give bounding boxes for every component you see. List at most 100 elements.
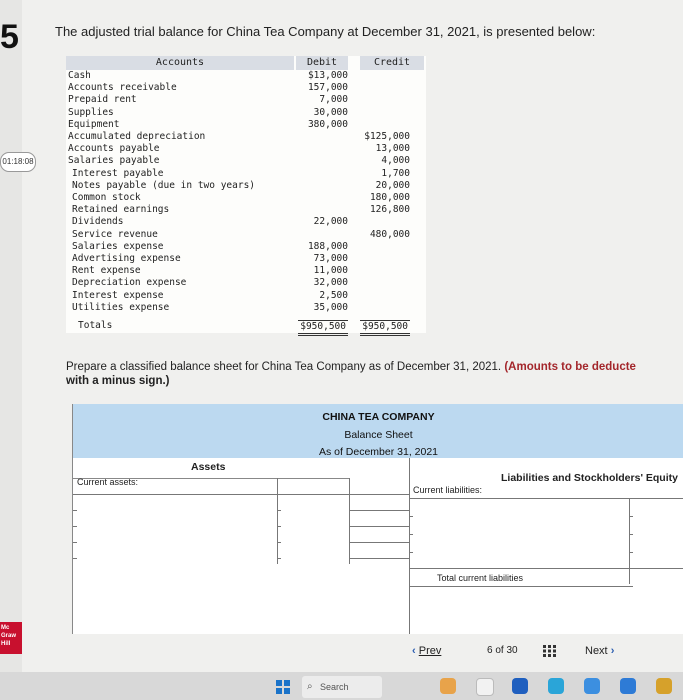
liability-amount-input[interactable]	[633, 500, 683, 517]
brand-digit: 5	[0, 18, 19, 56]
account-name: Accounts receivable	[68, 82, 177, 94]
credit-amount: 126,800	[369, 204, 410, 216]
liability-amount-input[interactable]	[633, 518, 683, 535]
account-name: Dividends	[72, 216, 124, 228]
trial-balance-row: Accounts receivable 157,000	[66, 82, 426, 94]
account-name: Accounts payable	[68, 143, 160, 155]
account-name: Notes payable (due in two years)	[72, 179, 256, 191]
debit-amount: 11,000	[313, 265, 348, 277]
liability-account-input[interactable]	[413, 500, 629, 517]
trial-balance-row: Equipment 380,000	[66, 119, 426, 131]
question-prompt: Prepare a classified balance sheet for C…	[66, 361, 636, 387]
liability-row-line	[409, 568, 683, 569]
asset-amount-input[interactable]	[281, 495, 349, 512]
center-divider	[409, 458, 410, 634]
liability-amount-input[interactable]	[633, 536, 683, 553]
total-current-liabilities-label: Total current liabilities	[437, 573, 524, 583]
total-current-liabilities-input[interactable]	[633, 570, 683, 587]
taskbar-app-icon[interactable]	[548, 678, 564, 694]
question-intro: The adjusted trial balance for China Tea…	[55, 24, 596, 39]
current-liabilities-label: Current liabilities:	[413, 485, 483, 495]
taskbar-app-icon[interactable]	[476, 678, 494, 696]
account-name: Equipment	[68, 118, 120, 130]
windows-start-icon[interactable]	[276, 680, 290, 694]
trial-balance-row: Service revenue 480,000	[66, 229, 426, 241]
debit-amount: 7,000	[319, 94, 348, 106]
timer-badge: 01:18:08	[0, 152, 36, 172]
account-name: Salaries payable	[68, 155, 160, 167]
search-icon: ⌕	[307, 681, 313, 692]
header-debit: Debit	[296, 56, 348, 70]
total-debit: $950,500	[298, 320, 348, 336]
prev-button[interactable]: ‹ Prev	[412, 645, 441, 657]
debit-amount: $13,000	[307, 70, 348, 81]
debit-amount: 380,000	[307, 118, 348, 130]
asset-account-input[interactable]	[77, 527, 277, 544]
trial-balance-row: Cash $13,000	[66, 70, 426, 82]
account-name: Advertising expense	[72, 253, 181, 264]
credit-amount: 480,000	[369, 228, 410, 240]
balance-sheet-form: CHINA TEA COMPANY Balance Sheet As of De…	[72, 404, 683, 634]
debit-amount: 35,000	[313, 301, 348, 313]
trial-balance-row: Supplies 30,000	[66, 107, 426, 119]
taskbar-app-icon[interactable]	[584, 678, 600, 694]
liability-account-input[interactable]	[413, 518, 629, 535]
debit-amount: 32,000	[313, 277, 348, 289]
taskbar-app-icon[interactable]	[620, 678, 636, 694]
liability-account-input[interactable]	[413, 536, 629, 553]
credit-amount: $125,000	[364, 131, 410, 142]
asset-amount-input[interactable]	[281, 527, 349, 544]
next-button[interactable]: Next ›	[585, 645, 614, 657]
account-name: Utilities expense	[72, 301, 170, 313]
account-name: Retained earnings	[72, 204, 170, 216]
publisher-logo: Mc Graw Hill	[0, 622, 22, 654]
debit-amount: 73,000	[313, 253, 348, 264]
totals-label: Totals	[78, 320, 113, 331]
company-name: CHINA TEA COMPANY	[322, 411, 435, 423]
asset-amount-input[interactable]	[281, 511, 349, 528]
trial-balance-row: Common stock 180,000	[66, 192, 426, 204]
question-grid-icon[interactable]	[543, 645, 557, 657]
assets-column-heading: Assets	[73, 458, 349, 479]
taskbar-app-icon[interactable]	[512, 678, 528, 694]
account-name: Interest payable	[72, 167, 164, 179]
taskbar-app-icon[interactable]	[656, 678, 672, 694]
trial-balance-totals-row: Totals $950,500 $950,500	[66, 320, 426, 336]
credit-amount: 4,000	[381, 155, 410, 167]
asset-account-input[interactable]	[77, 495, 277, 512]
trial-balance-row: Salaries expense 188,000	[66, 241, 426, 253]
assets-grid-divider-1	[277, 478, 278, 564]
header-accounts: Accounts	[66, 56, 294, 70]
account-name: Common stock	[72, 192, 141, 203]
trial-balance-row: Prepaid rent 7,000	[66, 94, 426, 106]
taskbar-search[interactable]: ⌕ Search	[302, 676, 382, 698]
trial-balance-row: Interest expense 2,500	[66, 290, 426, 302]
trial-balance-row: Advertising expense 73,000	[66, 253, 426, 265]
trial-balance-row: Dividends 22,000	[66, 216, 426, 228]
total-credit: $950,500	[360, 320, 410, 336]
taskbar-app-icon[interactable]	[440, 678, 456, 694]
asset-account-input[interactable]	[77, 511, 277, 528]
asset-account-input[interactable]	[77, 543, 277, 560]
account-name: Service revenue	[72, 228, 158, 240]
account-name: Supplies	[68, 106, 114, 118]
credit-amount: 180,000	[369, 192, 410, 203]
trial-balance-row: Salaries payable 4,000	[66, 155, 426, 167]
account-name: Rent expense	[72, 265, 141, 277]
asset-amount-input[interactable]	[281, 543, 349, 560]
account-name: Interest expense	[72, 289, 164, 301]
trial-balance-row: Accumulated depreciation $125,000	[66, 131, 426, 143]
account-name: Cash	[68, 70, 91, 81]
chevron-right-icon: ›	[610, 645, 615, 657]
statement-date: As of December 31, 2021	[318, 446, 439, 458]
current-assets-label: Current assets:	[77, 477, 139, 487]
debit-amount: 30,000	[313, 106, 348, 118]
account-name: Depreciation expense	[72, 277, 187, 289]
trial-balance-header: Accounts Debit Credit	[66, 56, 426, 70]
debit-amount: 22,000	[313, 216, 348, 228]
trial-balance-row: Accounts payable 13,000	[66, 143, 426, 155]
liabilities-grid-divider	[629, 498, 630, 584]
credit-amount: 1,700	[381, 167, 410, 179]
page-indicator: 6 of 30	[487, 645, 518, 656]
account-name: Accumulated depreciation	[68, 131, 206, 142]
